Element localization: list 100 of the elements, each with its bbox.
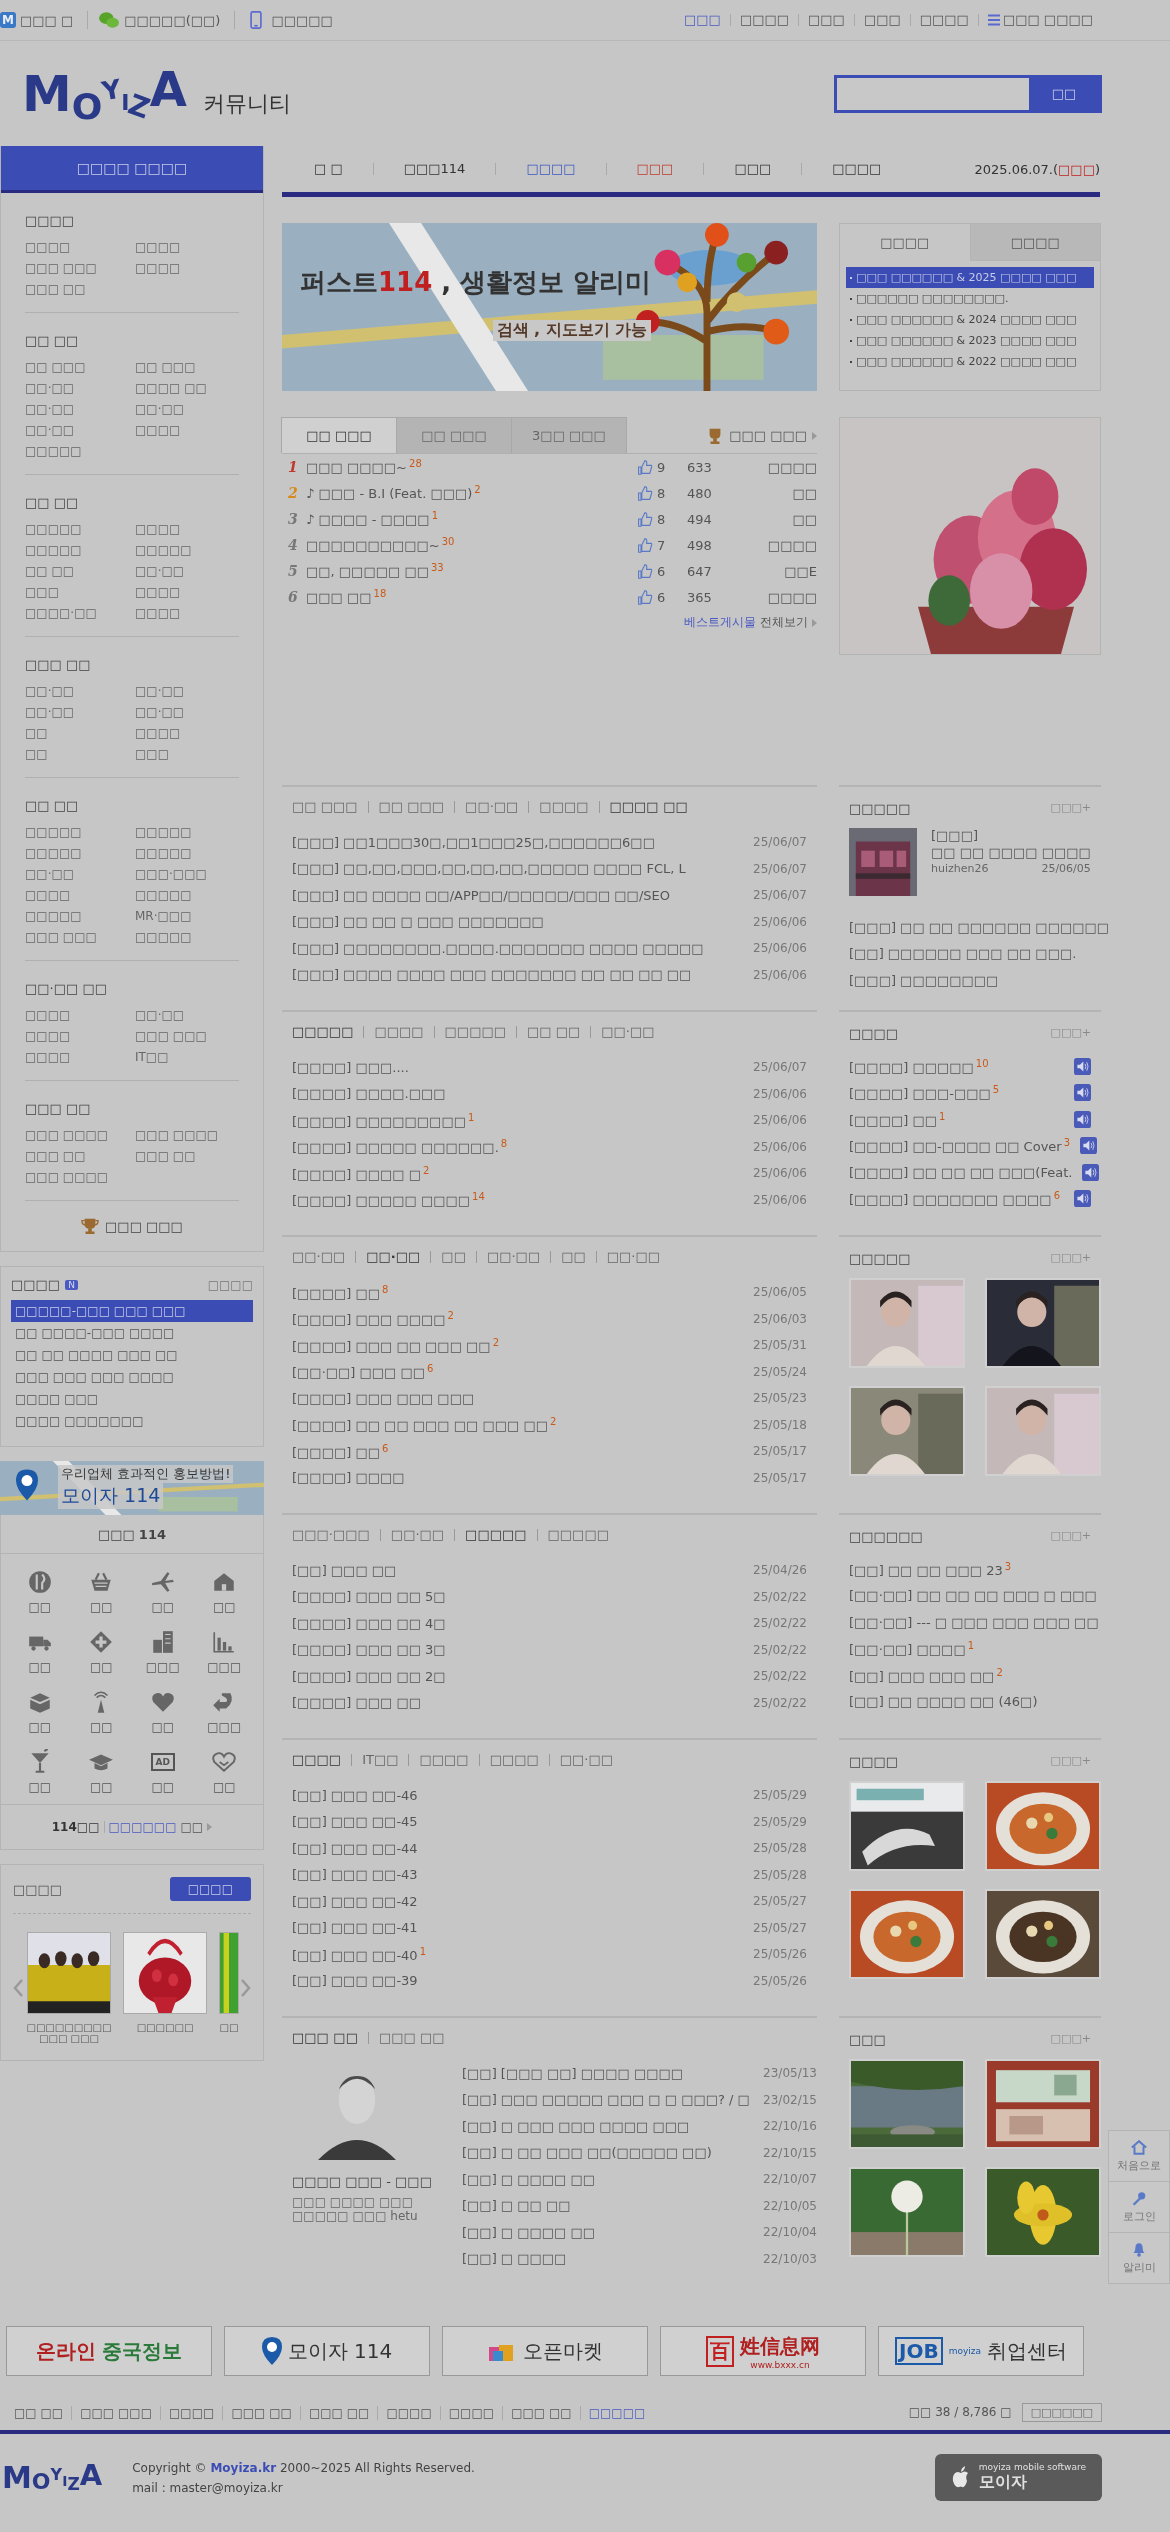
post-title[interactable]: [□□] □□□ □□-41 [292, 1920, 418, 1936]
side-menu-button[interactable]: 처음으로 [1109, 2131, 1169, 2181]
category-link[interactable]: □□·□□ [135, 684, 239, 699]
post-title[interactable]: [□□·□□] □□ □□ □□ □□□ □ □□□ [849, 1588, 1097, 1604]
nav-tab[interactable]: □□□ [703, 163, 802, 175]
post-title[interactable]: [□□] □ □□□□ □□ [462, 2224, 596, 2240]
category-link[interactable]: □□·□□ [25, 423, 135, 438]
category-link[interactable]: □□·□□ [135, 402, 239, 417]
category-link[interactable]: □□□ □□ [135, 1149, 239, 1164]
post-title[interactable]: [□□□□] □□□□□□□□□$^{1}$ [292, 1111, 475, 1129]
speaker-icon[interactable] [1080, 1137, 1098, 1155]
ad-banner[interactable]: 百 姓信息网 www.bxxx.cn [660, 2326, 866, 2376]
post-title[interactable]: [□□] □ □□□□ □□ [462, 2171, 596, 2187]
post-title[interactable]: [□□] □□□ □□-43 [292, 1867, 418, 1883]
post-title[interactable]: [□□] □□□ □□-39 [292, 1973, 418, 1989]
category-link[interactable]: □□□□ □□ [135, 381, 239, 396]
category-link[interactable]: □□□□ [25, 1008, 135, 1023]
category-link[interactable]: □□□□ [135, 261, 239, 276]
board-tab[interactable]: □□□ □□ [292, 2032, 368, 2044]
footer-link[interactable]: □□□ □□ [299, 2405, 378, 2420]
category-link[interactable]: □□·□□ [135, 1008, 239, 1023]
category-link[interactable]: □□□ □□□□ [25, 1170, 135, 1185]
directory-link[interactable]: □□ [70, 1748, 132, 1794]
category-link[interactable]: □□□□□ [135, 888, 239, 903]
category-link[interactable]: □□·□□ [25, 402, 135, 417]
post-title[interactable]: [□□□] □□ □□□□ □□/APP□□/□□□□□/□□□ □□/SEO [292, 887, 670, 903]
footer-link[interactable]: □□ □□ [14, 2405, 72, 2420]
top-link[interactable]: □□□ □ [20, 12, 74, 28]
board-tab[interactable]: □□□□□ [454, 1529, 537, 1541]
business-name[interactable]: □□ [219, 2022, 239, 2033]
category-link[interactable]: □□□ □□ [25, 282, 135, 297]
nav-tab[interactable]: □□□□ [801, 163, 912, 175]
post-title[interactable]: [□□□□] □□□.... [292, 1059, 409, 1075]
post-title[interactable]: [□□] □□□ □□-46 [292, 1787, 418, 1803]
board-tab[interactable]: □□□□ [478, 1754, 549, 1766]
category-link[interactable]: □□□□ [135, 726, 239, 741]
post-title[interactable]: [□□] □□□ □□□ □□$^{2}$ [849, 1666, 1003, 1684]
board-tab[interactable]: □□·□□ [595, 1251, 671, 1263]
post-title[interactable]: [□□□□] □□□ □□ 5□ [292, 1589, 446, 1605]
post-title[interactable]: [□□□□] □□$^{8}$ [292, 1283, 389, 1301]
best-tab[interactable]: □□ □□□ [281, 417, 397, 453]
post-title[interactable]: [□□□□] □□ □□ □□ □□□(Feat. [849, 1164, 1073, 1180]
category-link[interactable]: □□□□ [135, 585, 239, 600]
footer-link[interactable]: □□□□ [439, 2405, 503, 2420]
post-title[interactable]: [□□□□] □□□□□□□ □□□□$^{6}$ [849, 1190, 1061, 1208]
post-title[interactable]: [□□□] □□□□□□□□.□□□□.□□□□□□□ □□□□ □□□□□ [292, 940, 704, 956]
ad-banner[interactable]: 오픈마켓 [442, 2326, 648, 2376]
business-name[interactable]: □□□□□□ [136, 2022, 194, 2033]
category-link[interactable]: □□·□□ [25, 381, 135, 396]
footer-link[interactable]: □□□ □□ [502, 2405, 580, 2420]
board-tab[interactable]: □□□□ [408, 1754, 479, 1766]
board-tab[interactable]: IT□□ [351, 1754, 409, 1766]
ad-banner[interactable]: 온라인 중국정보 [6, 2326, 212, 2376]
category-link[interactable]: □□□□·□□ [25, 606, 135, 621]
category-link[interactable]: □□□□□ [25, 444, 135, 459]
notice-item[interactable]: □□ □□ □□□□ □□□ □□ [11, 1344, 253, 1366]
post-title[interactable]: □□, □□□□□ □□$^{33}$ [302, 562, 637, 580]
post-title[interactable]: [□□□□] □□□□□$^{10}$ [849, 1057, 989, 1075]
notice-tab[interactable]: □□□□ [969, 224, 1100, 261]
post-title[interactable]: [□□□□] □□$^{1}$ [849, 1110, 946, 1128]
register-link[interactable]: □□□□□□ [108, 1820, 177, 1834]
category-link[interactable]: □□□□ [135, 606, 239, 621]
nav-tab[interactable]: □□□□ [495, 163, 606, 175]
board-tab[interactable]: □□□□□ [536, 1529, 619, 1541]
post-title[interactable]: [□□] □□□ □□-40$^{1}$ [292, 1945, 426, 1963]
directory-link[interactable]: □□ [193, 1568, 255, 1614]
post-title[interactable]: [□□□] □□ □□ □ □□□ □□□□□□□ [292, 914, 544, 930]
post-title[interactable]: [□□□□] □□ □□ □□□ □□ □□□ □□$^{2}$ [292, 1416, 557, 1434]
board-tab[interactable]: □□·□□ [548, 1754, 624, 1766]
footer-link[interactable]: □□□ □□ [222, 2405, 300, 2420]
business-name[interactable]: □□□□□□□□□ □□□ □□□ [25, 2022, 113, 2044]
directory-link[interactable]: □□ [9, 1628, 71, 1674]
notice-item[interactable]: □□□ □□□ □□□ □□□□ [11, 1366, 253, 1388]
top-link[interactable]: □□□□□ [271, 12, 333, 28]
category-link[interactable]: IT□□ [135, 1050, 239, 1065]
best-tab[interactable]: □□ □□□ [396, 417, 512, 453]
notice-item[interactable]: □□ □□□□-□□□ □□□□ [11, 1322, 253, 1344]
board-tab[interactable]: □□ □□□ [292, 801, 368, 813]
speaker-icon[interactable] [1074, 1110, 1091, 1128]
post-title[interactable]: [□□] □□ □□ □□□ 23$^{3}$ [849, 1560, 1012, 1578]
post-title[interactable]: [□□] □□ □□□□ □□ (46□) [849, 1694, 1038, 1710]
nav-tab[interactable]: □□□114 [372, 163, 496, 175]
category-link[interactable]: □□□ □□□ [25, 261, 135, 276]
post-title[interactable]: [□□□□] □□□□ [292, 1470, 405, 1486]
board-tab[interactable]: □□□□ [363, 1026, 434, 1038]
top-link[interactable]: □□□□□(□□) [124, 12, 221, 28]
top-link[interactable]: □□□ [853, 14, 910, 26]
category-link[interactable]: □□·□□ [135, 564, 239, 579]
category-link[interactable]: □□□□ [135, 240, 239, 255]
category-link[interactable]: □□□ □□□□ [25, 1128, 135, 1143]
category-link[interactable]: □□·□□ [25, 684, 135, 699]
site-map-link[interactable]: □□□ □□□□ [1002, 14, 1093, 26]
view-all-link[interactable]: 전체보기 [760, 614, 808, 631]
post-title[interactable]: [□□□□] □□□ □□ [292, 1695, 421, 1711]
post-title[interactable]: □□ □□ □□□□ □□□□ [931, 845, 1091, 860]
category-link[interactable]: □□ [25, 726, 135, 741]
directory-link[interactable]: □□ [70, 1688, 132, 1734]
post-title[interactable]: [□□□□] □□□ □□□ □□□ [292, 1390, 475, 1406]
sidebar-header[interactable]: □□□□ □□□□ [1, 146, 263, 193]
category-link[interactable]: □□ □□ [25, 564, 135, 579]
